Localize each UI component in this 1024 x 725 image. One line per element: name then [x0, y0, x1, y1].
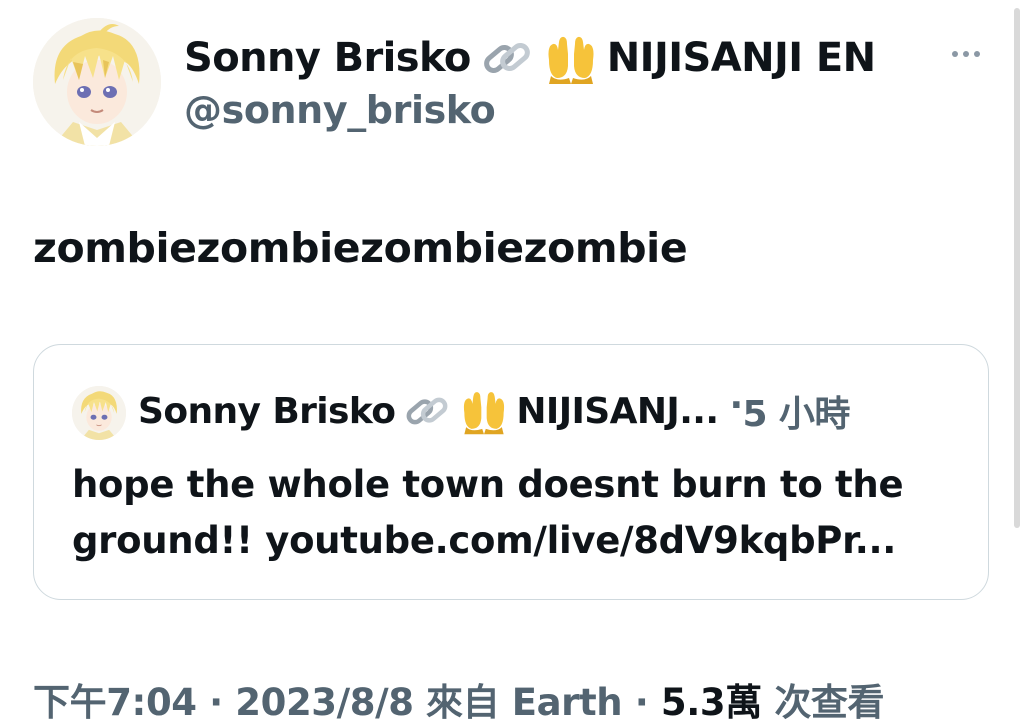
palms-up-emoji-icon	[459, 386, 509, 436]
more-dot-icon	[974, 51, 980, 57]
views-count[interactable]: 5.3萬	[661, 681, 762, 724]
avatar-portrait-icon	[33, 18, 161, 146]
tweet-meta-row: 下午7:04 · 2023/8/8 來自 Earth · 5.3萬 次查看	[33, 672, 885, 725]
author-handle[interactable]: @sonny_brisko	[184, 88, 496, 132]
quoted-tweet-card[interactable]: Sonny Brisko NIJISANJ... · 5 小時 hope the…	[33, 344, 989, 600]
author-avatar[interactable]	[33, 18, 161, 146]
meta-separator: ·	[196, 681, 236, 724]
tweet-detail-page: Sonny Brisko NIJISANJI EN @sonny_brisko …	[0, 0, 1024, 725]
quoted-text-line[interactable]: ground!! youtube.com/live/8dV9kqbPr...	[72, 513, 972, 569]
quoted-text-line: hope the whole town doesnt burn to the	[72, 463, 904, 506]
tweet-date[interactable]: 2023/8/8	[235, 681, 414, 724]
quoted-tweet-text: hope the whole town doesnt burn to the g…	[72, 457, 972, 569]
quoted-time-ago: 5 小時	[742, 394, 851, 435]
avatar-portrait-icon	[72, 386, 126, 440]
quoted-display-name: Sonny Brisko	[138, 390, 396, 432]
tweet-text: zombiezombiezombiezombie	[33, 224, 688, 272]
scrollbar[interactable]	[1014, 8, 1020, 528]
tweet-time[interactable]: 下午7:04	[33, 681, 197, 724]
quoted-separator: ·	[729, 385, 743, 426]
quoted-meta: · 5 小時	[729, 385, 851, 437]
source-prefix: 來自	[413, 681, 512, 724]
quoted-affiliation: NIJISANJ...	[516, 390, 719, 432]
author-affiliation: NIJISANJI EN	[606, 35, 876, 81]
link-emoji-icon	[402, 386, 452, 436]
author-name-row[interactable]: Sonny Brisko NIJISANJI EN	[184, 30, 876, 86]
quoted-author-avatar[interactable]	[72, 386, 126, 440]
more-dot-icon	[952, 51, 958, 57]
palms-up-emoji-icon	[543, 30, 599, 86]
quoted-author-row: Sonny Brisko NIJISANJ... · 5 小時	[138, 385, 850, 437]
link-emoji-icon	[479, 30, 535, 86]
more-dot-icon	[963, 51, 969, 57]
author-display-name[interactable]: Sonny Brisko	[184, 35, 471, 81]
more-options-button[interactable]	[944, 40, 988, 68]
tweet-source: Earth	[511, 681, 623, 724]
views-label: 次查看	[761, 681, 885, 724]
meta-separator: ·	[622, 681, 661, 724]
